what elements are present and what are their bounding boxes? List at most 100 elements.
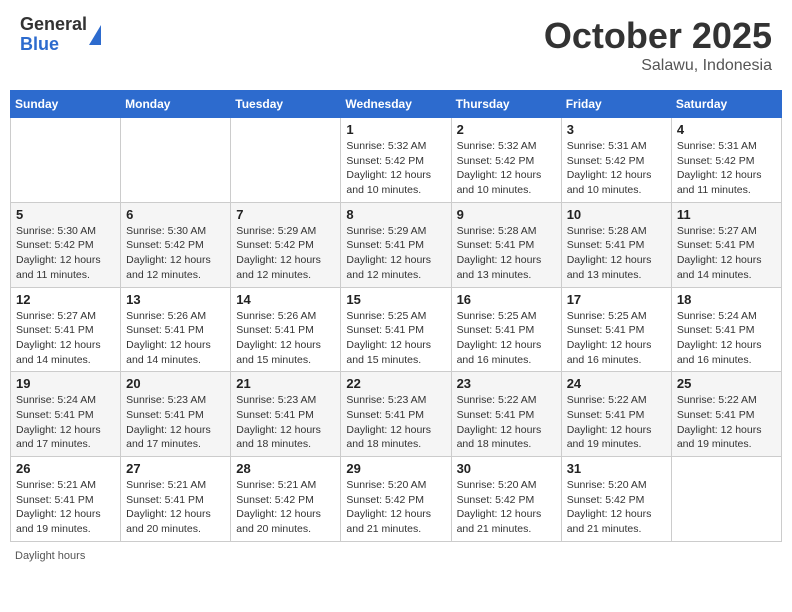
day-number: 30 (457, 461, 556, 476)
weekday-header: Saturday (671, 91, 781, 118)
weekday-header: Friday (561, 91, 671, 118)
day-number: 1 (346, 122, 445, 137)
logo-triangle-icon (89, 25, 101, 45)
calendar-cell: 17 Sunrise: 5:25 AM Sunset: 5:41 PM Dayli… (561, 287, 671, 372)
calendar-cell: 2 Sunrise: 5:32 AM Sunset: 5:42 PM Daylig… (451, 118, 561, 203)
day-number: 7 (236, 207, 335, 222)
day-number: 28 (236, 461, 335, 476)
logo-general: General (20, 15, 87, 35)
day-info: Sunrise: 5:27 AM Sunset: 5:41 PM Dayligh… (677, 224, 776, 283)
calendar-cell: 5 Sunrise: 5:30 AM Sunset: 5:42 PM Daylig… (11, 202, 121, 287)
day-number: 15 (346, 292, 445, 307)
calendar-cell: 29Sunrise: 5:20 AM Sunset: 5:42 PM Dayli… (341, 457, 451, 542)
calendar-cell: 11 Sunrise: 5:27 AM Sunset: 5:41 PM Dayli… (671, 202, 781, 287)
day-info: Sunrise: 5:23 AM Sunset: 5:41 PM Dayligh… (236, 393, 335, 452)
day-number: 19 (16, 376, 115, 391)
day-number: 16 (457, 292, 556, 307)
day-info: Sunrise: 5:25 AM Sunset: 5:41 PM Dayligh… (346, 309, 445, 368)
calendar-cell: 31 Sunrise: 5:20 AM Sunset: 5:42 PM Dayli… (561, 457, 671, 542)
week-row: 19 Sunrise: 5:24 AM Sunset: 5:41 PM Dayli… (11, 372, 782, 457)
day-number: 14 (236, 292, 335, 307)
week-row: 1 Sunrise: 5:32 AM Sunset: 5:42 PM Daylig… (11, 118, 782, 203)
calendar-cell: 28Sunrise: 5:21 AM Sunset: 5:42 PM Dayli… (231, 457, 341, 542)
calendar-cell: 14 Sunrise: 5:26 AM Sunset: 5:41 PM Dayli… (231, 287, 341, 372)
day-number: 20 (126, 376, 225, 391)
logo-text: General Blue (20, 15, 87, 55)
calendar-cell: 12Sunrise: 5:27 AM Sunset: 5:41 PM Dayli… (11, 287, 121, 372)
calendar-cell: 7Sunrise: 5:29 AM Sunset: 5:42 PM Daylig… (231, 202, 341, 287)
calendar-cell: 27 Sunrise: 5:21 AM Sunset: 5:41 PM Dayli… (121, 457, 231, 542)
day-info: Sunrise: 5:22 AM Sunset: 5:41 PM Dayligh… (457, 393, 556, 452)
calendar-cell (121, 118, 231, 203)
calendar-cell: 26Sunrise: 5:21 AM Sunset: 5:41 PM Dayli… (11, 457, 121, 542)
day-info: Sunrise: 5:31 AM Sunset: 5:42 PM Dayligh… (567, 139, 666, 198)
day-number: 18 (677, 292, 776, 307)
calendar-cell: 22 Sunrise: 5:23 AM Sunset: 5:41 PM Dayli… (341, 372, 451, 457)
day-info: Sunrise: 5:26 AM Sunset: 5:41 PM Dayligh… (126, 309, 225, 368)
calendar-cell: 16Sunrise: 5:25 AM Sunset: 5:41 PM Dayli… (451, 287, 561, 372)
day-number: 8 (346, 207, 445, 222)
day-info: Sunrise: 5:32 AM Sunset: 5:42 PM Dayligh… (457, 139, 556, 198)
day-number: 2 (457, 122, 556, 137)
week-row: 26Sunrise: 5:21 AM Sunset: 5:41 PM Dayli… (11, 457, 782, 542)
week-row: 5 Sunrise: 5:30 AM Sunset: 5:42 PM Daylig… (11, 202, 782, 287)
calendar-cell: 8 Sunrise: 5:29 AM Sunset: 5:41 PM Daylig… (341, 202, 451, 287)
day-number: 22 (346, 376, 445, 391)
calendar-cell (231, 118, 341, 203)
day-info: Sunrise: 5:24 AM Sunset: 5:41 PM Dayligh… (16, 393, 115, 452)
header: General Blue October 2025 Salawu, Indone… (10, 10, 782, 80)
calendar-cell: 19 Sunrise: 5:24 AM Sunset: 5:41 PM Dayli… (11, 372, 121, 457)
day-number: 24 (567, 376, 666, 391)
day-number: 4 (677, 122, 776, 137)
day-number: 17 (567, 292, 666, 307)
footer: Daylight hours (10, 550, 782, 562)
calendar-cell: 21 Sunrise: 5:23 AM Sunset: 5:41 PM Dayli… (231, 372, 341, 457)
day-info: Sunrise: 5:21 AM Sunset: 5:41 PM Dayligh… (126, 478, 225, 537)
month-title: October 2025 (544, 15, 772, 57)
day-info: Sunrise: 5:20 AM Sunset: 5:42 PM Dayligh… (567, 478, 666, 537)
calendar-cell: 30Sunrise: 5:20 AM Sunset: 5:42 PM Dayli… (451, 457, 561, 542)
day-number: 11 (677, 207, 776, 222)
weekday-header: Tuesday (231, 91, 341, 118)
day-number: 25 (677, 376, 776, 391)
calendar-cell: 18 Sunrise: 5:24 AM Sunset: 5:41 PM Dayli… (671, 287, 781, 372)
calendar-cell: 6Sunrise: 5:30 AM Sunset: 5:42 PM Daylig… (121, 202, 231, 287)
day-number: 23 (457, 376, 556, 391)
day-info: Sunrise: 5:23 AM Sunset: 5:41 PM Dayligh… (346, 393, 445, 452)
calendar-cell: 25Sunrise: 5:22 AM Sunset: 5:41 PM Dayli… (671, 372, 781, 457)
day-info: Sunrise: 5:23 AM Sunset: 5:41 PM Dayligh… (126, 393, 225, 452)
weekday-header: Thursday (451, 91, 561, 118)
day-info: Sunrise: 5:28 AM Sunset: 5:41 PM Dayligh… (457, 224, 556, 283)
calendar-cell: 13Sunrise: 5:26 AM Sunset: 5:41 PM Dayli… (121, 287, 231, 372)
weekday-header: Sunday (11, 91, 121, 118)
location: Salawu, Indonesia (544, 57, 772, 75)
day-number: 5 (16, 207, 115, 222)
day-number: 31 (567, 461, 666, 476)
day-info: Sunrise: 5:30 AM Sunset: 5:42 PM Dayligh… (126, 224, 225, 283)
day-number: 21 (236, 376, 335, 391)
day-info: Sunrise: 5:25 AM Sunset: 5:41 PM Dayligh… (567, 309, 666, 368)
daylight-label: Daylight hours (15, 550, 85, 562)
day-number: 3 (567, 122, 666, 137)
weekday-header: Monday (121, 91, 231, 118)
calendar-cell: 20 Sunrise: 5:23 AM Sunset: 5:41 PM Dayli… (121, 372, 231, 457)
calendar-cell: 24 Sunrise: 5:22 AM Sunset: 5:41 PM Dayli… (561, 372, 671, 457)
calendar-cell (11, 118, 121, 203)
day-info: Sunrise: 5:31 AM Sunset: 5:42 PM Dayligh… (677, 139, 776, 198)
calendar-cell: 23 Sunrise: 5:22 AM Sunset: 5:41 PM Dayli… (451, 372, 561, 457)
calendar-cell: 1 Sunrise: 5:32 AM Sunset: 5:42 PM Daylig… (341, 118, 451, 203)
day-info: Sunrise: 5:20 AM Sunset: 5:42 PM Dayligh… (346, 478, 445, 537)
day-info: Sunrise: 5:21 AM Sunset: 5:41 PM Dayligh… (16, 478, 115, 537)
day-info: Sunrise: 5:32 AM Sunset: 5:42 PM Dayligh… (346, 139, 445, 198)
day-number: 9 (457, 207, 556, 222)
day-info: Sunrise: 5:30 AM Sunset: 5:42 PM Dayligh… (16, 224, 115, 283)
day-info: Sunrise: 5:24 AM Sunset: 5:41 PM Dayligh… (677, 309, 776, 368)
day-info: Sunrise: 5:22 AM Sunset: 5:41 PM Dayligh… (567, 393, 666, 452)
day-info: Sunrise: 5:28 AM Sunset: 5:41 PM Dayligh… (567, 224, 666, 283)
calendar-cell: 15 Sunrise: 5:25 AM Sunset: 5:41 PM Dayli… (341, 287, 451, 372)
day-info: Sunrise: 5:26 AM Sunset: 5:41 PM Dayligh… (236, 309, 335, 368)
day-number: 27 (126, 461, 225, 476)
day-info: Sunrise: 5:29 AM Sunset: 5:41 PM Dayligh… (346, 224, 445, 283)
logo: General Blue (20, 15, 101, 55)
title-section: October 2025 Salawu, Indonesia (544, 15, 772, 75)
